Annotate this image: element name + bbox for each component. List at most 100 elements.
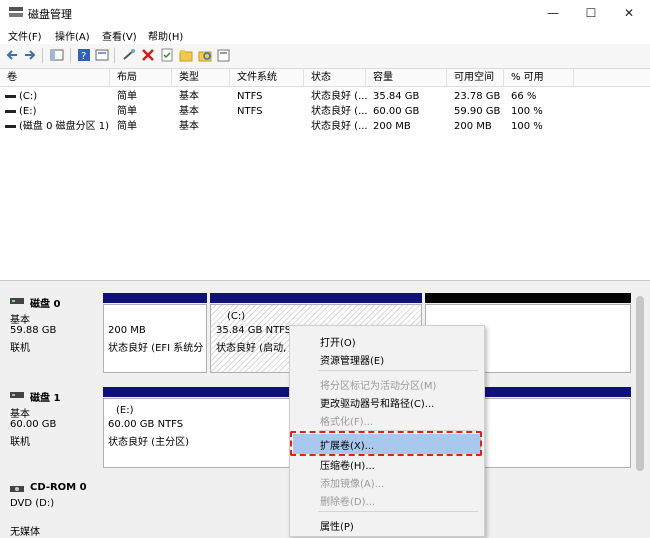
menu-action[interactable]: 操作(A) [55, 28, 90, 43]
menu-item-properties[interactable]: 属性(P) [320, 518, 354, 533]
cell-percent-free: 66 % [511, 91, 537, 102]
menu-item-delete-volume[interactable]: 删除卷(D)... [320, 493, 375, 508]
table-row[interactable]: (C:) 简单 基本 NTFS 状态良好 (... 35.84 GB 23.78… [0, 89, 650, 104]
cell-filesystem: NTFS [237, 91, 263, 102]
cell-volume: (E:) [19, 106, 37, 117]
partition-status: 状态良好 (启动, 页 [216, 343, 300, 354]
minimize-button[interactable]: — [541, 4, 565, 22]
back-icon[interactable] [5, 48, 19, 62]
refresh-icon[interactable] [198, 48, 212, 62]
disk-name: 磁盘 1 [30, 393, 61, 404]
disk-size: 60.00 GB [10, 419, 57, 430]
disk-name: CD-ROM 0 [30, 482, 87, 493]
delete-icon[interactable] [141, 48, 155, 62]
connect-icon[interactable] [122, 48, 136, 62]
partition-stripe [210, 293, 422, 303]
window-title: 磁盘管理 [28, 8, 72, 21]
cell-layout: 简单 [117, 121, 137, 132]
col-type[interactable]: 类型 [172, 69, 230, 86]
cell-type: 基本 [179, 106, 199, 117]
svg-text:?: ? [81, 51, 86, 62]
partition-status: 状态良好 (主分区) [108, 437, 189, 448]
cell-layout: 简单 [117, 106, 137, 117]
col-capacity[interactable]: 容量 [366, 69, 447, 86]
partition-size: 60.00 GB NTFS [108, 419, 184, 430]
cell-volume: (磁盘 0 磁盘分区 1) [19, 121, 110, 132]
cell-type: 基本 [179, 91, 199, 102]
cell-type: 基本 [179, 121, 199, 132]
forward-icon[interactable] [23, 48, 37, 62]
menu-item-explorer[interactable]: 资源管理器(E) [320, 352, 384, 367]
disk-status: 联机 [10, 343, 30, 354]
partition-label: (C:) [227, 311, 246, 322]
maximize-button[interactable]: ☐ [579, 4, 603, 22]
toolbar-separator [70, 48, 71, 63]
menu-separator [318, 511, 478, 512]
help-icon[interactable]: ? [77, 48, 91, 62]
disk-icon[interactable] [217, 48, 231, 62]
partition-efi[interactable]: 200 MB 状态良好 (EFI 系统分 [103, 304, 207, 373]
menu-bar: 文件(F) 操作(A) 查看(V) 帮助(H) [0, 26, 650, 44]
console-tree-icon[interactable] [50, 48, 64, 62]
disk-size: 59.88 GB [10, 325, 57, 336]
disk-status: 无媒体 [10, 527, 40, 538]
scrollbar-thumb[interactable] [636, 296, 644, 471]
check-icon[interactable] [160, 48, 174, 62]
cell-percent-free: 100 % [511, 121, 543, 132]
folder-icon[interactable] [179, 48, 193, 62]
volume-list: 卷 布局 类型 文件系统 状态 容量 可用空间 % 可用 (C:) 简单 基本 … [0, 69, 650, 281]
cell-capacity: 60.00 GB [373, 106, 420, 117]
cell-capacity: 35.84 GB [373, 91, 420, 102]
disk-0-info[interactable]: 磁盘 0 基本 59.88 GB 联机 [0, 291, 100, 373]
table-row[interactable]: (磁盘 0 磁盘分区 1) 简单 基本 状态良好 (... 200 MB 200… [0, 119, 650, 134]
col-free-space[interactable]: 可用空间 [447, 69, 504, 86]
cell-capacity: 200 MB [373, 121, 411, 132]
disk-1-info[interactable]: 磁盘 1 基本 60.00 GB 联机 [0, 383, 100, 468]
properties-icon[interactable] [95, 48, 109, 62]
close-button[interactable]: ✕ [617, 4, 641, 22]
menu-view[interactable]: 查看(V) [102, 28, 137, 43]
toolbar-separator [114, 48, 115, 63]
partition-stripe [103, 293, 207, 303]
menu-item-mark-active[interactable]: 将分区标记为活动分区(M) [320, 377, 436, 392]
toolbar: ? [0, 44, 650, 69]
col-percent-free[interactable]: % 可用 [504, 69, 574, 86]
disk-type: DVD (D:) [10, 498, 55, 509]
cell-volume: (C:) [19, 91, 38, 102]
menu-separator [318, 370, 478, 371]
cell-percent-free: 100 % [511, 106, 543, 117]
cell-status: 状态良好 (... [311, 106, 368, 117]
table-row[interactable]: (E:) 简单 基本 NTFS 状态良好 (... 60.00 GB 59.90… [0, 104, 650, 119]
menu-item-add-mirror[interactable]: 添加镜像(A)... [320, 475, 384, 490]
column-header: 卷 布局 类型 文件系统 状态 容量 可用空间 % 可用 [0, 69, 650, 87]
cdrom-icon [10, 486, 24, 492]
menu-help[interactable]: 帮助(H) [148, 28, 183, 43]
cell-filesystem: NTFS [237, 106, 263, 117]
menu-item-change-drive-letter[interactable]: 更改驱动器号和路径(C)... [320, 395, 434, 410]
cell-filesystem [230, 119, 237, 134]
cell-free-space: 59.90 GB [454, 106, 501, 117]
disk-type: 基本 [10, 315, 30, 326]
disk-icon [10, 392, 24, 398]
partition-label: (E:) [116, 405, 134, 416]
col-filesystem[interactable]: 文件系统 [230, 69, 304, 86]
menu-item-shrink-volume[interactable]: 压缩卷(H)... [320, 457, 375, 472]
partition-size: 200 MB [108, 325, 146, 336]
col-volume[interactable]: 卷 [0, 69, 110, 86]
disk-management-icon [9, 7, 23, 17]
annotation-highlight-box [290, 431, 482, 456]
menu-item-open[interactable]: 打开(O) [320, 334, 356, 349]
disk-status: 联机 [10, 437, 30, 448]
title-bar: 磁盘管理 — ☐ ✕ [0, 0, 650, 26]
cell-layout: 简单 [117, 91, 137, 102]
partition-size: 35.84 GB NTFS [216, 325, 292, 336]
menu-item-format[interactable]: 格式化(F)... [320, 413, 373, 428]
col-layout[interactable]: 布局 [110, 69, 172, 86]
cell-free-space: 200 MB [454, 121, 492, 132]
menu-file[interactable]: 文件(F) [8, 28, 42, 43]
cell-free-space: 23.78 GB [454, 91, 501, 102]
cdrom-info[interactable]: CD-ROM 0 DVD (D:) 无媒体 [0, 476, 100, 538]
col-status[interactable]: 状态 [304, 69, 366, 86]
cell-status: 状态良好 (... [311, 121, 368, 132]
cell-status: 状态良好 (... [311, 91, 368, 102]
